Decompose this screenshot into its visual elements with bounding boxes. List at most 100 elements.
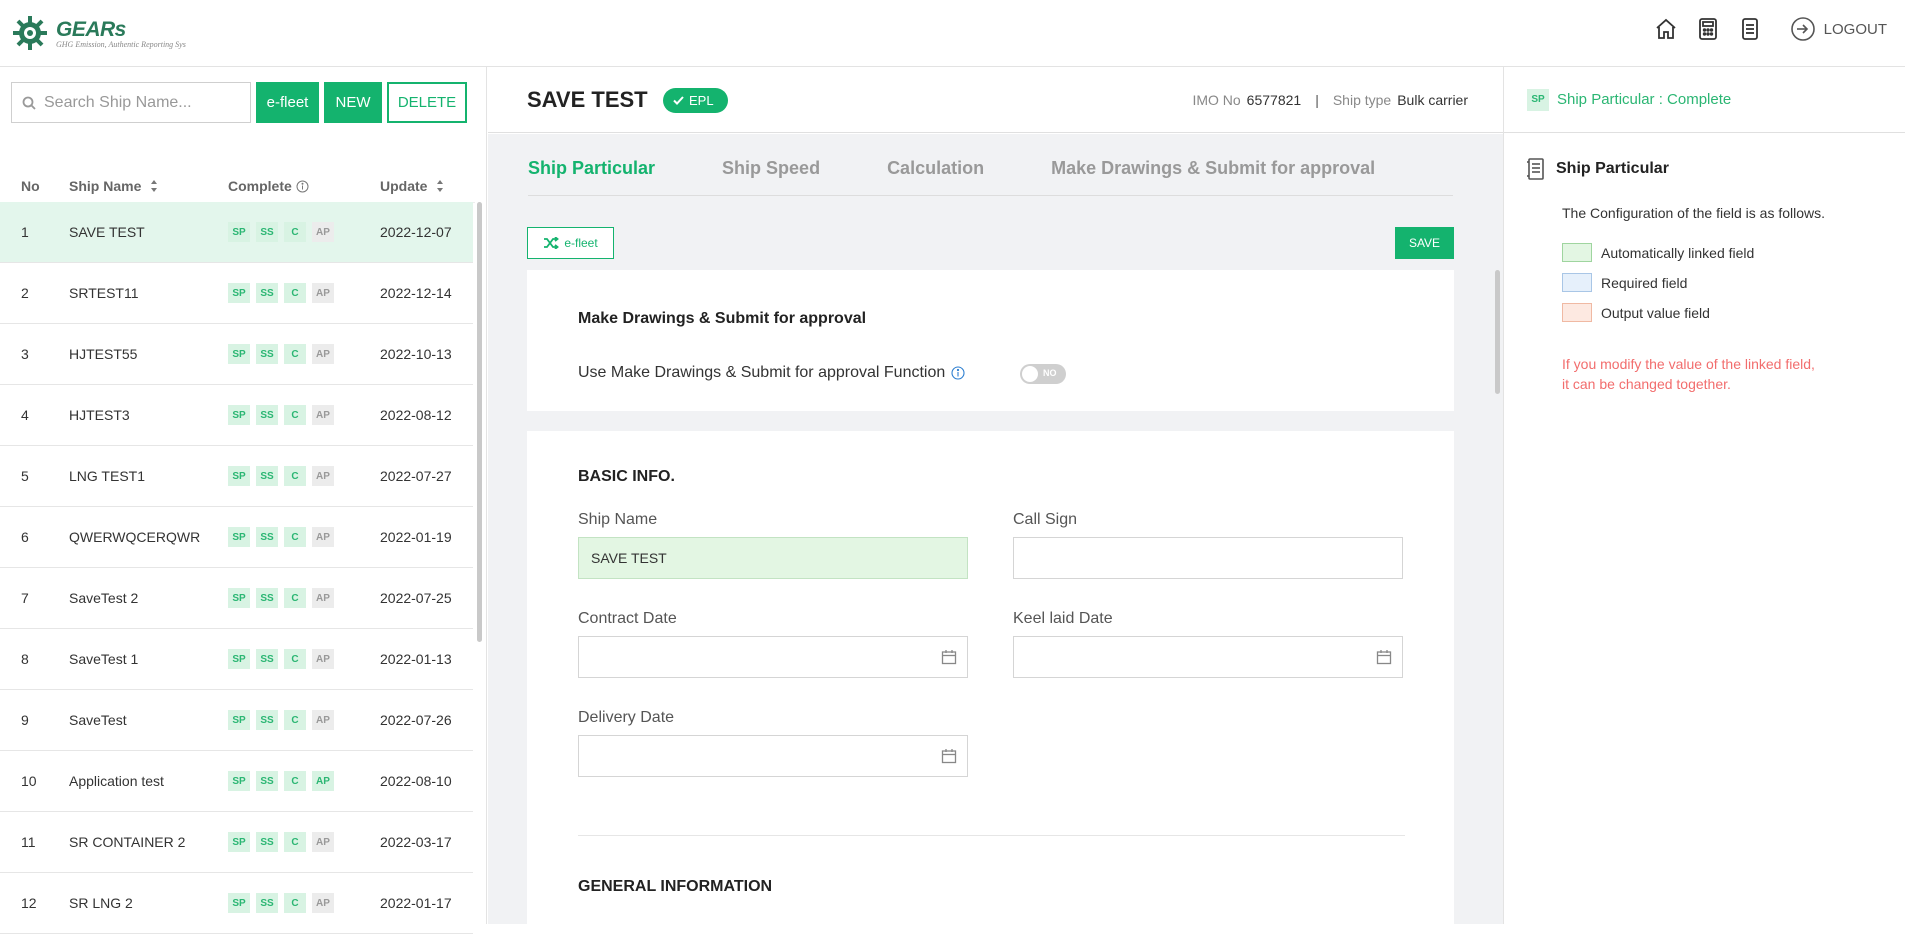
table-row[interactable]: 4 HJTEST3 SP SS C AP 2022-08-12 — [0, 385, 473, 446]
keel-laid-field[interactable] — [1013, 636, 1403, 678]
row-ship-name: SAVE TEST — [69, 224, 145, 240]
badge-ss: SS — [256, 710, 278, 730]
row-ship-name: HJTEST55 — [69, 346, 138, 362]
row-ship-name: HJTEST3 — [69, 407, 130, 423]
tab-ship-particular[interactable]: Ship Particular — [528, 158, 655, 196]
list-scrollbar[interactable] — [477, 202, 482, 642]
badge-ap: AP — [312, 588, 334, 608]
badge-sp: SP — [228, 466, 250, 486]
table-row[interactable]: 12 SR LNG 2 SP SS C AP 2022-01-17 — [0, 873, 473, 934]
status-text: Ship Particular : Complete — [1557, 91, 1732, 108]
search-input[interactable]: Search Ship Name... — [11, 82, 251, 123]
calendar-icon[interactable] — [941, 649, 957, 665]
row-complete-badges: SP SS C AP — [228, 344, 380, 364]
efleet-sync-button[interactable]: e-fleet — [527, 227, 614, 259]
call-sign-field[interactable] — [1013, 537, 1403, 579]
table-row[interactable]: 2 SRTEST11 SP SS C AP 2022-12-14 — [0, 263, 473, 324]
delete-button[interactable]: DELETE — [387, 82, 467, 123]
badge-ss: SS — [256, 649, 278, 669]
gears-logo[interactable]: GEARs GHG Emission, Authentic Reporting … — [10, 13, 186, 53]
delivery-date-field[interactable] — [578, 735, 968, 777]
function-label-text: Use Make Drawings & Submit for approval … — [578, 364, 946, 381]
badge-c: C — [284, 588, 306, 608]
row-ship-name: QWERWQCERQWR — [69, 529, 201, 545]
help-panel: SP Ship Particular : Complete Ship Parti… — [1503, 67, 1905, 924]
new-button[interactable]: NEW — [324, 82, 382, 123]
badge-sp: SP — [228, 283, 250, 303]
table-row[interactable]: 8 SaveTest 1 SP SS C AP 2022-01-13 — [0, 629, 473, 690]
save-button[interactable]: SAVE — [1395, 227, 1454, 259]
legend-swatch — [1562, 243, 1592, 262]
calendar-icon[interactable] — [1376, 649, 1392, 665]
shuffle-icon — [544, 237, 560, 249]
ship-table-body: 1 SAVE TEST SP SS C AP 2022-12-07 2 SRTEST11 SP SS… — [0, 202, 473, 934]
col-update[interactable]: Update — [380, 178, 473, 194]
col-complete-label: Complete — [228, 178, 292, 194]
drawings-card: Make Drawings & Submit for approval Use … — [527, 270, 1454, 411]
badge-ss: SS — [256, 893, 278, 913]
info-icon[interactable] — [296, 180, 309, 193]
calendar-icon[interactable] — [941, 748, 957, 764]
row-complete-badges: SP SS C AP — [228, 588, 380, 608]
logout-button[interactable]: LOGOUT — [1790, 16, 1887, 42]
info-icon[interactable] — [951, 366, 965, 380]
row-ship-name: SaveTest 2 — [69, 590, 139, 606]
badge-ss: SS — [256, 344, 278, 364]
ship-meta: IMO No 6577821 | Ship type Bulk carrier — [1192, 92, 1468, 108]
badge-ss: SS — [256, 527, 278, 547]
badge-ss: SS — [256, 405, 278, 425]
document-icon[interactable] — [1738, 17, 1762, 41]
imo-value: 6577821 — [1246, 92, 1302, 108]
badge-sp: SP — [228, 893, 250, 913]
row-complete-badges: SP SS C AP — [228, 222, 380, 242]
row-ship-name: Application test — [69, 773, 164, 789]
col-ship-name[interactable]: Ship Name — [69, 178, 228, 194]
table-row[interactable]: 6 QWERWQCERQWR SP SS C AP 2022-01-19 — [0, 507, 473, 568]
ship-name-field[interactable]: SAVE TEST — [578, 537, 968, 579]
ship-wheel-logo-icon — [13, 16, 47, 50]
badge-sp: SP — [228, 771, 250, 791]
calculator-icon[interactable] — [1696, 17, 1720, 41]
logout-icon — [1790, 17, 1815, 41]
tab-calculation[interactable]: Calculation — [887, 158, 984, 196]
help-title-text: Ship Particular — [1556, 160, 1669, 177]
imo-label: IMO No — [1192, 92, 1241, 108]
table-header: No Ship Name Complete Update — [0, 170, 475, 203]
badge-ap: AP — [312, 710, 334, 730]
search-icon — [22, 96, 36, 110]
legend-output: Output value field — [1562, 303, 1710, 322]
tab-ship-speed[interactable]: Ship Speed — [722, 158, 820, 196]
main-content: Ship Particular Ship Speed Calculation M… — [488, 134, 1503, 924]
content-scrollbar[interactable] — [1495, 270, 1500, 394]
table-row[interactable]: 11 SR CONTAINER 2 SP SS C AP 2022-03-17 — [0, 812, 473, 873]
efleet-sync-label: e-fleet — [564, 236, 598, 250]
row-complete-badges: SP SS C AP — [228, 405, 380, 425]
efleet-button[interactable]: e-fleet — [256, 82, 319, 123]
call-sign-label: Call Sign — [1013, 511, 1078, 528]
contract-date-field[interactable] — [578, 636, 968, 678]
badge-c: C — [284, 771, 306, 791]
row-ship-name: LNG TEST1 — [69, 468, 145, 484]
ship-type-value: Bulk carrier — [1397, 92, 1468, 108]
table-row[interactable]: 10 Application test SP SS C AP 2022-08-10 — [0, 751, 473, 812]
basic-info-title: BASIC INFO. — [578, 468, 675, 485]
row-complete-badges: SP SS C AP — [228, 893, 380, 913]
table-row[interactable]: 5 LNG TEST1 SP SS C AP 2022-07-27 — [0, 446, 473, 507]
badge-c: C — [284, 832, 306, 852]
badge-ss: SS — [256, 222, 278, 242]
badge-sp: SP — [228, 710, 250, 730]
table-row[interactable]: 3 HJTEST55 SP SS C AP 2022-10-13 — [0, 324, 473, 385]
completion-status: SP Ship Particular : Complete — [1504, 67, 1905, 133]
row-ship-name: SaveTest 1 — [69, 651, 139, 667]
badge-ss: SS — [256, 283, 278, 303]
drawings-toggle[interactable]: NO — [1020, 364, 1066, 384]
basic-info-card: BASIC INFO. Ship Name SAVE TEST Call Sig… — [527, 431, 1454, 924]
badge-c: C — [284, 344, 306, 364]
home-icon[interactable] — [1654, 17, 1678, 41]
row-update-date: 2022-08-12 — [380, 407, 452, 423]
meta-separator: | — [1315, 92, 1319, 108]
table-row[interactable]: 7 SaveTest 2 SP SS C AP 2022-07-25 — [0, 568, 473, 629]
table-row[interactable]: 1 SAVE TEST SP SS C AP 2022-12-07 — [0, 202, 473, 263]
tab-make-drawings[interactable]: Make Drawings & Submit for approval — [1051, 158, 1375, 196]
table-row[interactable]: 9 SaveTest SP SS C AP 2022-07-26 — [0, 690, 473, 751]
